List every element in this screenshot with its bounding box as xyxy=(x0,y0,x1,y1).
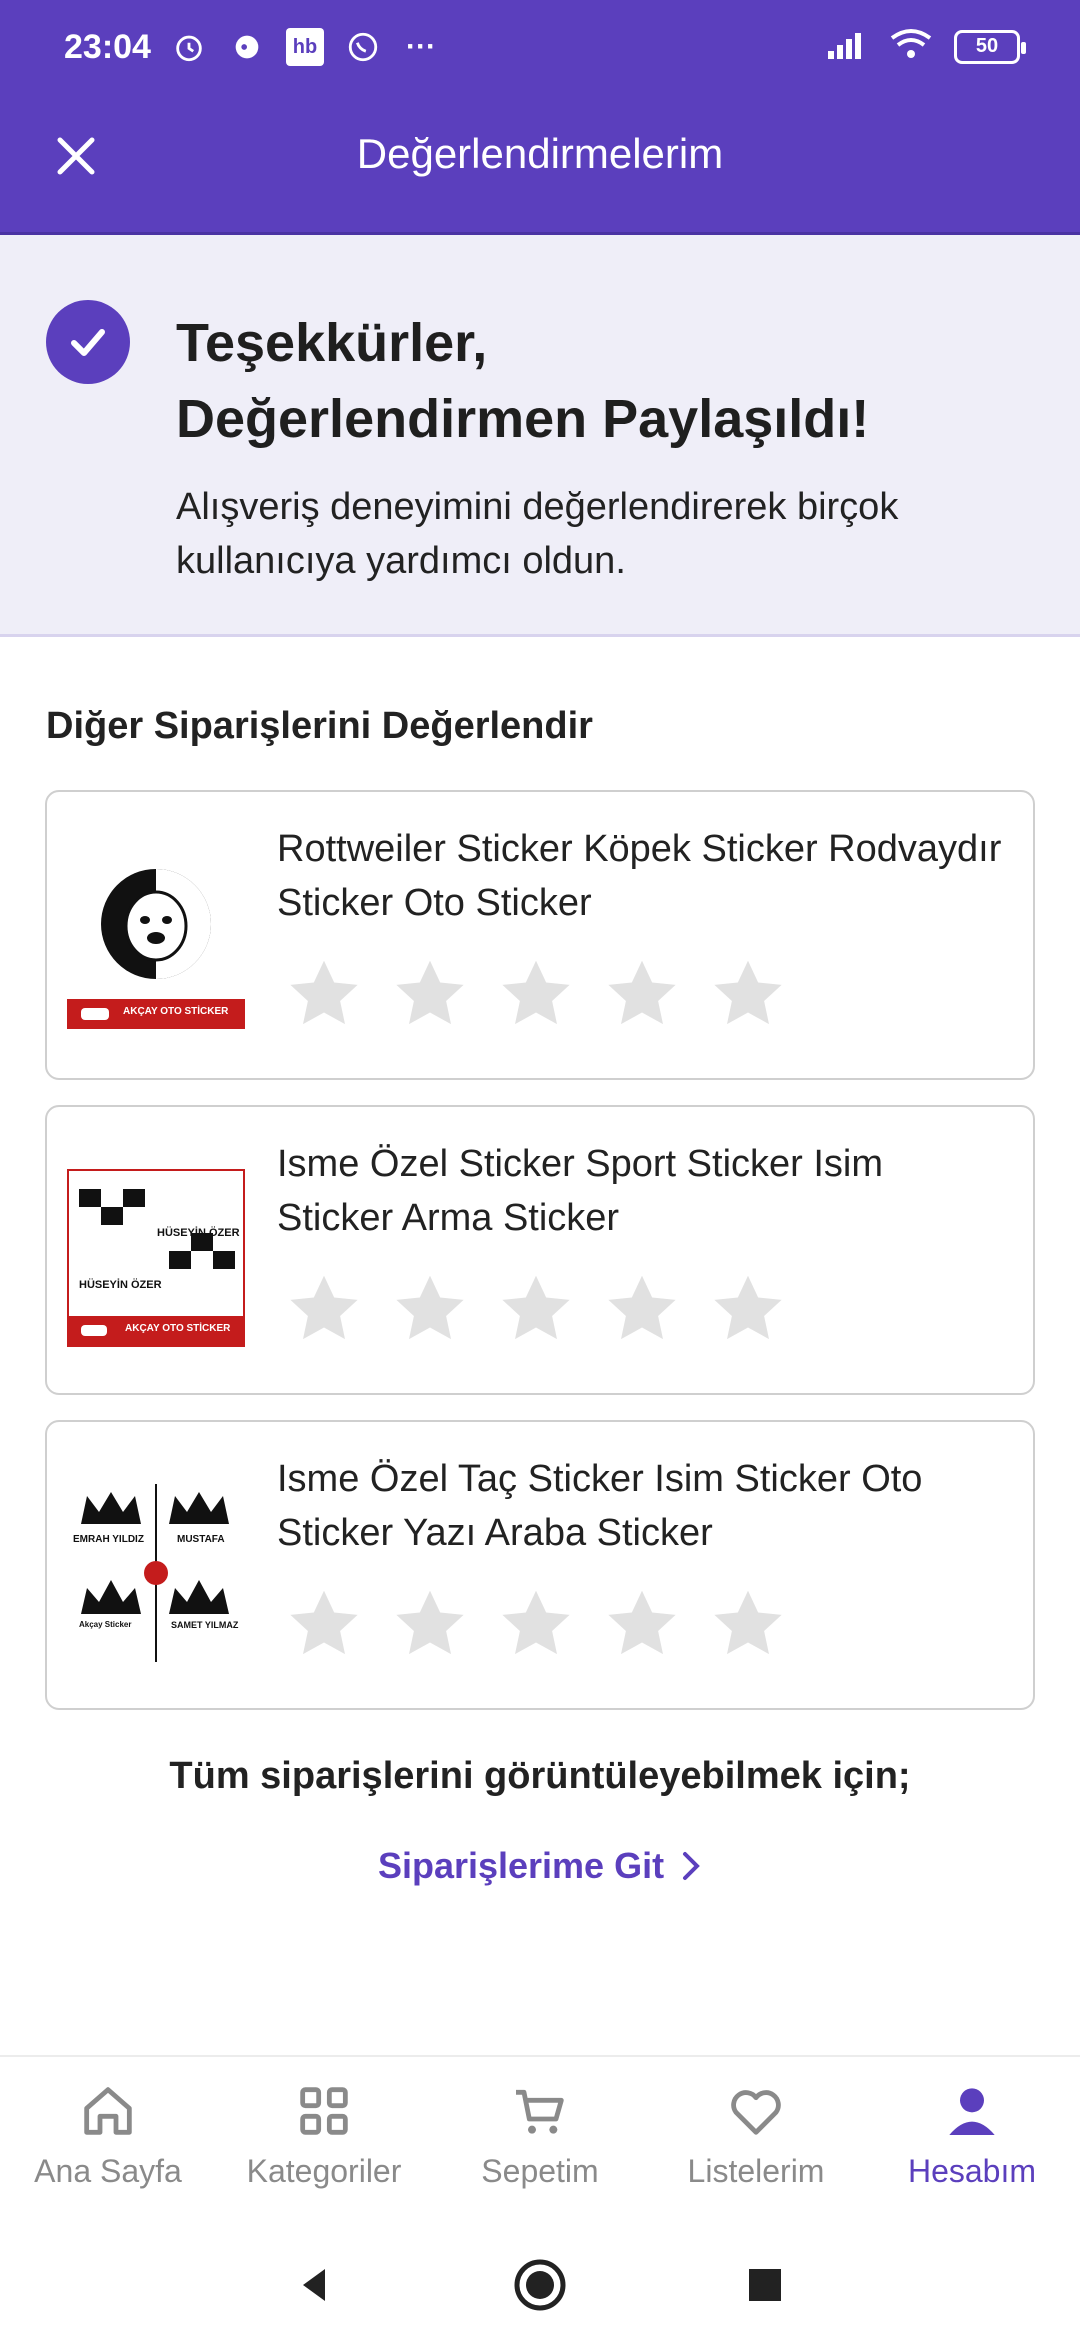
status-time: 23:04 xyxy=(64,28,151,66)
alarm-icon xyxy=(170,28,208,66)
star-icon[interactable] xyxy=(494,952,578,1036)
page-title: Değerlendirmelerim xyxy=(356,130,724,177)
nav-cart[interactable]: Sepetim xyxy=(432,2057,648,2225)
more-icon: ··· xyxy=(406,30,436,63)
thumb-text: Akçay Sticker xyxy=(79,1620,132,1629)
back-icon[interactable] xyxy=(285,2255,345,2315)
star-icon[interactable] xyxy=(388,1267,472,1351)
star-icon[interactable] xyxy=(706,1582,790,1666)
thumb-text: HÜSEYİN ÖZER xyxy=(157,1227,240,1239)
product-card[interactable]: HÜSEYİN ÖZER HÜSEYİN ÖZER AKÇAY OTO STİC… xyxy=(45,1105,1035,1395)
star-icon[interactable] xyxy=(282,1582,366,1666)
nav-lists[interactable]: Listelerim xyxy=(648,2057,864,2225)
whatsapp-icon xyxy=(344,28,382,66)
go-to-orders-link[interactable]: Siparişlerime Git xyxy=(0,1845,1080,1887)
star-icon[interactable] xyxy=(282,1267,366,1351)
home-icon xyxy=(84,2087,132,2135)
star-icon[interactable] xyxy=(494,1267,578,1351)
product-card[interactable]: AKÇAY OTO STİCKER Rottweiler Sticker Köp… xyxy=(45,790,1035,1080)
star-icon[interactable] xyxy=(706,1267,790,1351)
brand-label: AKÇAY OTO STİCKER xyxy=(123,1006,229,1017)
nav-label: Kategoriler xyxy=(246,2153,402,2189)
star-icon[interactable] xyxy=(388,1582,472,1666)
product-name: Rottweiler Sticker Köpek Sticker Rodvayd… xyxy=(277,828,1002,924)
thumb-text: HÜSEYİN ÖZER xyxy=(79,1279,162,1291)
recents-icon[interactable] xyxy=(735,2255,795,2315)
bottom-nav: Ana Sayfa Kategoriler Sepetim Listelerim… xyxy=(0,2055,1080,2225)
app-header: 23:04 hb ··· 50 Değerlendirmelerim xyxy=(0,0,1080,235)
rating-stars[interactable] xyxy=(282,952,790,1036)
star-icon[interactable] xyxy=(282,952,366,1036)
product-card[interactable]: EMRAH YILDIZ MUSTAFA SAMET YILMAZ Akçay … xyxy=(45,1420,1035,1710)
user-icon xyxy=(949,2088,995,2135)
signal-icon xyxy=(828,29,868,64)
all-orders-text: Tüm siparişlerini görüntüleyebilmek için… xyxy=(169,1755,911,1797)
star-icon[interactable] xyxy=(600,1582,684,1666)
product-name: Isme Özel Taç Sticker Isim Sticker Oto S… xyxy=(277,1458,923,1554)
battery-icon: 50 xyxy=(954,29,1026,64)
product-image: HÜSEYİN ÖZER HÜSEYİN ÖZER AKÇAY OTO STİC… xyxy=(67,1169,245,1347)
home-circle-icon[interactable] xyxy=(510,2255,570,2315)
rating-stars[interactable] xyxy=(282,1582,790,1666)
product-image: EMRAH YILDIZ MUSTAFA SAMET YILMAZ Akçay … xyxy=(67,1484,245,1662)
nav-label: Hesabım xyxy=(907,2153,1037,2189)
star-icon[interactable] xyxy=(600,1267,684,1351)
star-icon[interactable] xyxy=(706,952,790,1036)
grid-icon xyxy=(300,2087,348,2135)
thumb-text: SAMET YILMAZ xyxy=(171,1620,239,1630)
star-icon[interactable] xyxy=(600,952,684,1036)
section-title: Diğer Siparişlerini Değerlendir xyxy=(46,705,593,747)
nav-label: Ana Sayfa xyxy=(34,2153,182,2189)
heart-icon xyxy=(731,2090,781,2135)
banner-text: Alışveriş deneyimini değerlendirerek bir… xyxy=(176,486,899,582)
chat-icon xyxy=(228,28,266,66)
thumb-text: EMRAH YILDIZ xyxy=(73,1534,144,1545)
system-status: 50 xyxy=(828,28,1026,65)
nav-categories[interactable]: Kategoriler xyxy=(216,2057,432,2225)
brand-label: AKÇAY OTO STİCKER xyxy=(125,1323,231,1334)
product-name: Isme Özel Sticker Sport Sticker Isim Sti… xyxy=(277,1143,884,1239)
go-to-orders-label: Siparişlerime Git xyxy=(377,1845,665,1886)
status-bar: 23:04 hb ··· 50 xyxy=(0,0,1080,100)
star-icon[interactable] xyxy=(388,952,472,1036)
hb-icon: hb xyxy=(286,28,324,66)
system-nav xyxy=(0,2225,1080,2340)
banner-title: Teşekkürler, Değerlendirmen Paylaşıldı! xyxy=(176,313,870,449)
wifi-icon xyxy=(890,28,932,65)
star-icon[interactable] xyxy=(494,1582,578,1666)
notification-icons: hb ··· xyxy=(170,28,440,66)
nav-home[interactable]: Ana Sayfa xyxy=(0,2057,216,2225)
cart-icon xyxy=(516,2089,564,2134)
product-image: AKÇAY OTO STİCKER xyxy=(67,854,245,1032)
rating-stars[interactable] xyxy=(282,1267,790,1351)
check-circle-icon xyxy=(46,300,130,384)
nav-account[interactable]: Hesabım xyxy=(864,2057,1080,2225)
chevron-right-icon xyxy=(683,1852,700,1880)
nav-label: Listelerim xyxy=(687,2153,825,2189)
nav-label: Sepetim xyxy=(481,2153,599,2189)
thumb-text: MUSTAFA xyxy=(177,1534,225,1545)
